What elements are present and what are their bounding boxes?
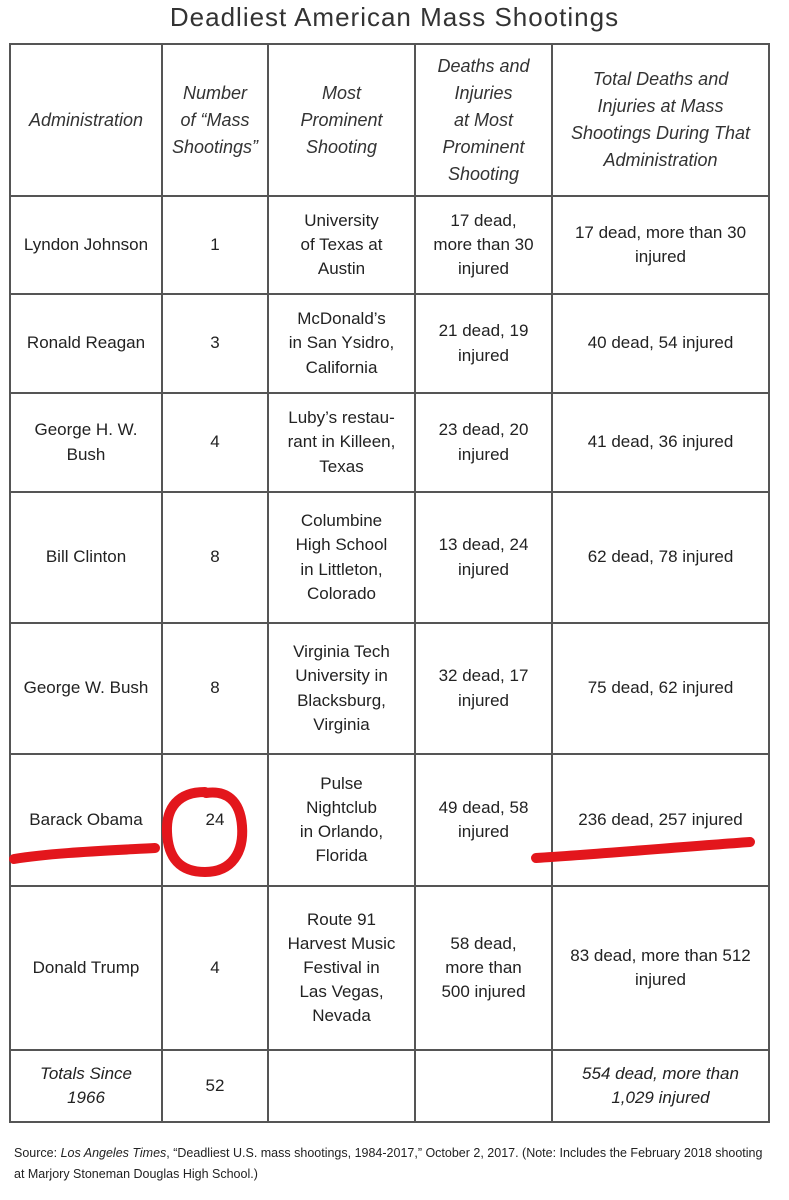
cell-total: 41 dead, 36 injured [551, 392, 770, 493]
cell-prominent: 32 dead, 17 injured [414, 622, 553, 755]
cell-count: 1 [161, 195, 269, 295]
header-total-casualties: Total Deaths and Injuries at Mass Shooti… [551, 43, 770, 197]
header-row: Administration Number of “Mass Shootings… [9, 43, 770, 197]
cell-shooting: Route 91 Harvest Music Festival in Las V… [267, 885, 416, 1051]
cell-administration: Lyndon Johnson [9, 195, 163, 295]
cell-count: 4 [161, 885, 269, 1051]
source-prefix: Source: [14, 1146, 61, 1160]
cell-total: 17 dead, more than 30 injured [551, 195, 770, 295]
cell-count: 8 [161, 491, 269, 624]
cell-shooting: Pulse Nightclub in Orlando, Florida [267, 753, 416, 887]
cell-count: 4 [161, 392, 269, 493]
cell-prominent: 17 dead, more than 30 injured [414, 195, 553, 295]
table-row: Bill Clinton 8 Columbine High School in … [9, 491, 770, 624]
table-row: Ronald Reagan 3 McDonald’s in San Ysidro… [9, 293, 770, 394]
totals-row: Totals Since 1966 52 554 dead, more than… [9, 1049, 770, 1123]
table-row: George H. W. Bush 4 Luby’s restau- rant … [9, 392, 770, 493]
table-row: Donald Trump 4 Route 91 Harvest Music Fe… [9, 885, 770, 1051]
page-title: Deadliest American Mass Shootings [169, 2, 620, 32]
cell-administration: Bill Clinton [9, 491, 163, 624]
header-administration: Administration [9, 43, 163, 197]
table-row: Lyndon Johnson 1 University of Texas at … [9, 195, 770, 295]
cell-administration: Donald Trump [9, 885, 163, 1051]
totals-empty-cell [414, 1049, 553, 1123]
cell-administration: Barack Obama [9, 753, 163, 887]
cell-prominent: 13 dead, 24 injured [414, 491, 553, 624]
totals-empty-cell [267, 1049, 416, 1123]
cell-count: 3 [161, 293, 269, 394]
cell-shooting: University of Texas at Austin [267, 195, 416, 295]
cell-total: 83 dead, more than 512 injured [551, 885, 770, 1051]
header-prominent-casualties: Deaths and Injuries at Most Prominent Sh… [414, 43, 553, 197]
cell-count: 24 [161, 753, 269, 887]
cell-total: 62 dead, 78 injured [551, 491, 770, 624]
cell-prominent: 58 dead, more than 500 injured [414, 885, 553, 1051]
cell-shooting: McDonald’s in San Ysidro, California [267, 293, 416, 394]
totals-total: 554 dead, more than 1,029 injured [551, 1049, 770, 1123]
table-row: Barack Obama 24 Pulse Nightclub in Orlan… [9, 753, 770, 887]
header-count: Number of “Mass Shootings” [161, 43, 269, 197]
totals-count: 52 [161, 1049, 269, 1123]
cell-prominent: 21 dead, 19 injured [414, 293, 553, 394]
cell-administration: Ronald Reagan [9, 293, 163, 394]
cell-shooting: Columbine High School in Littleton, Colo… [267, 491, 416, 624]
table-row: George W. Bush 8 Virginia Tech Universit… [9, 622, 770, 755]
cell-total: 40 dead, 54 injured [551, 293, 770, 394]
cell-total: 236 dead, 257 injured [551, 753, 770, 887]
cell-count: 8 [161, 622, 269, 755]
cell-total: 75 dead, 62 injured [551, 622, 770, 755]
cell-administration: George W. Bush [9, 622, 163, 755]
source-publication: Los Angeles Times [60, 1146, 167, 1160]
cell-shooting: Virginia Tech University in Blacksburg, … [267, 622, 416, 755]
cell-shooting: Luby’s restau- rant in Killeen, Texas [267, 392, 416, 493]
shootings-table: Administration Number of “Mass Shootings… [9, 43, 770, 1123]
cell-prominent: 23 dead, 20 injured [414, 392, 553, 493]
source-note: Source: Los Angeles Times, “Deadliest U.… [14, 1143, 774, 1186]
cell-prominent: 49 dead, 58 injured [414, 753, 553, 887]
header-prominent-shooting: Most Prominent Shooting [267, 43, 416, 197]
cell-administration: George H. W. Bush [9, 392, 163, 493]
totals-label: Totals Since 1966 [9, 1049, 163, 1123]
